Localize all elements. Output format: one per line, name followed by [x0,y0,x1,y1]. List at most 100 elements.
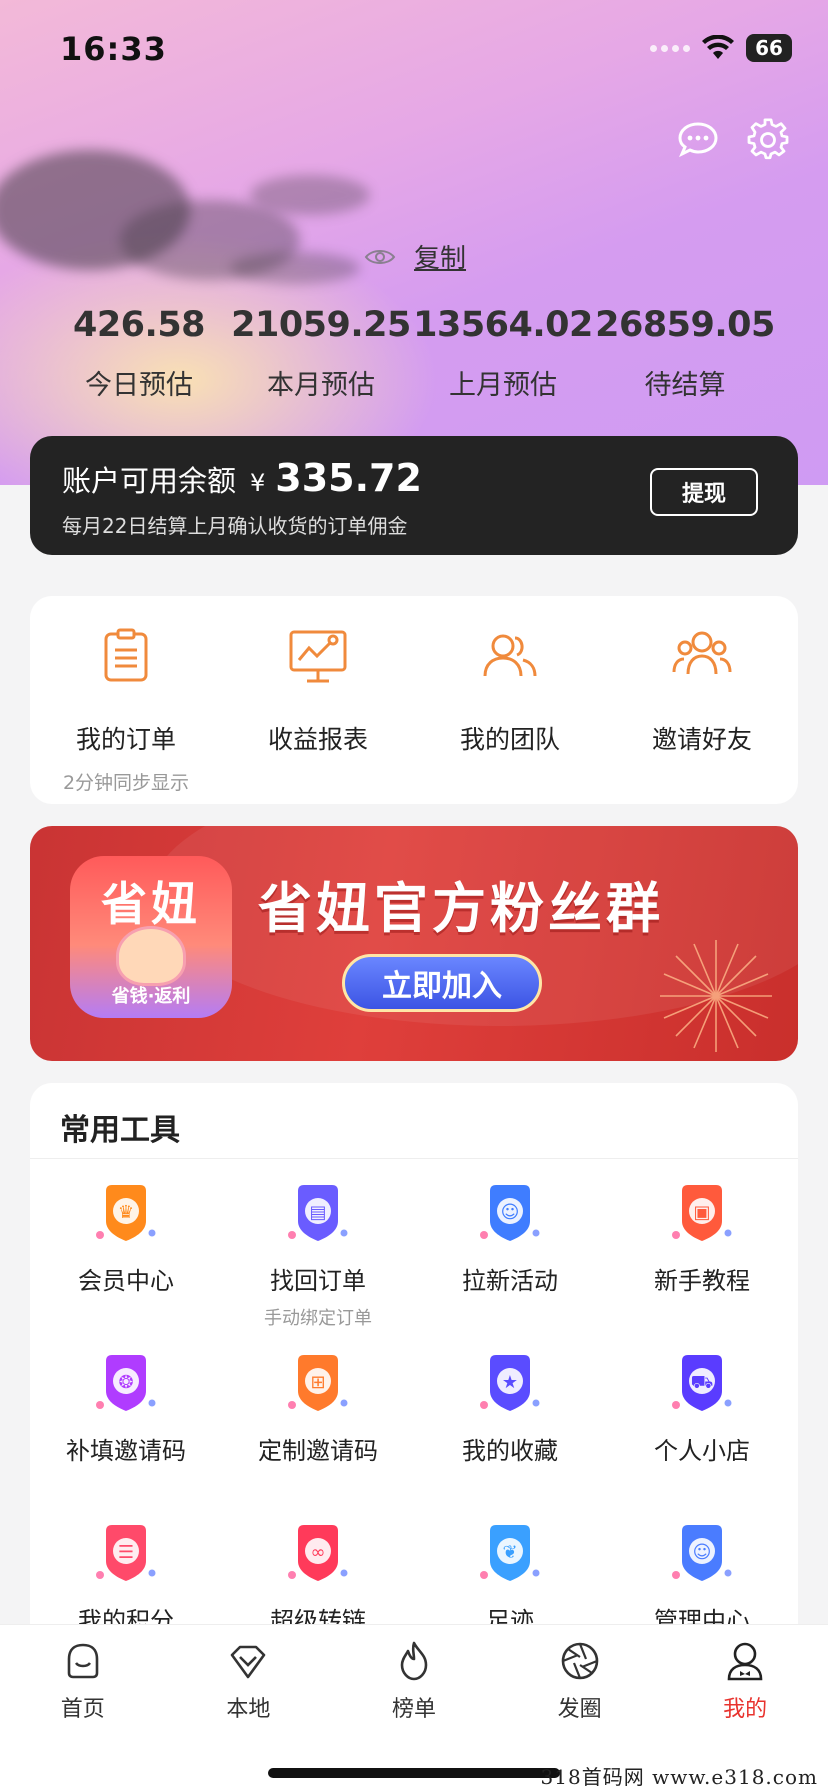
balance-note: 每月22日结算上月确认收货的订单佣金 [62,514,408,538]
quick-label: 邀请好友 [651,725,752,754]
withdraw-button[interactable]: 提现 [650,468,758,516]
quick-item-orders[interactable]: 我的订单 2分钟同步显示 [30,596,222,804]
tab-label: 发圈 [557,1697,602,1722]
quick-item-invite[interactable]: 邀请好友 [606,596,798,804]
quick-label: 我的订单 [75,725,176,754]
local-icon [231,1645,266,1679]
aperture-icon: ❂ [96,1355,156,1411]
aperture-icon [561,1642,598,1680]
home-icon [67,1643,99,1679]
app-logo: 省妞 省钱·返利 [70,856,232,1018]
svg-text:♛: ♛ [118,1202,134,1223]
balance-title: 账户可用余额 [62,464,237,498]
quick-label: 收益报表 [267,725,368,754]
message-icon[interactable] [676,118,720,162]
tab-home[interactable]: 首页 [0,1625,166,1792]
profile-header: 16:33 66 复制 426.58 今日预估 21059.25 本月预估 13… [0,0,828,485]
tab-local[interactable]: 本地 [166,1625,332,1792]
tool-item[interactable]: ⛟ 个人小店 [606,1353,798,1523]
svg-text:★: ★ [502,1372,518,1393]
nickname-blur [250,175,370,215]
tool-label: 新手教程 [654,1267,750,1295]
eye-icon[interactable] [364,247,396,267]
tool-label: 拉新活动 [462,1267,558,1295]
stat-label: 上月预估 [449,370,557,401]
svg-text:☺: ☺ [501,1202,520,1223]
tools-grid: ♛ 会员中心 ▤ 找回订单手动绑定订单 ☺ 拉新活动 ▣ 新手教程 ❂ 补填邀请码 ⊞ 定制邀请码 ★ 我… [30,1183,798,1643]
stat-value: 26859.05 [595,305,775,345]
tab-label: 榜单 [391,1697,436,1722]
svg-text:❦: ❦ [502,1542,517,1563]
clipboard-icon: ▤ [288,1185,348,1241]
tool-item[interactable]: ❂ 补填邀请码 [30,1353,222,1523]
tool-label: 补填邀请码 [66,1437,186,1465]
quick-item-report[interactable]: 收益报表 [222,596,414,804]
user-card-icon: ☺ [480,1185,540,1241]
coins-icon: ☰ [96,1525,156,1581]
fan-group-banner[interactable]: 省妞 省钱·返利 省妞官方粉丝群 立即加入 [30,826,798,1061]
stat-today[interactable]: 426.58 今日预估 [48,305,230,402]
tool-item[interactable]: ⊞ 定制邀请码 [222,1353,414,1523]
tab-label: 本地 [226,1697,271,1722]
svg-text:▣: ▣ [693,1202,710,1223]
stat-pending[interactable]: 26859.05 待结算 [594,305,776,402]
svg-text:∞: ∞ [311,1542,326,1563]
tab-rankings[interactable]: 榜单 [331,1625,497,1792]
tool-label: 定制邀请码 [258,1437,378,1465]
gear-icon[interactable] [746,118,790,162]
tools-section: 常用工具 ♛ 会员中心 ▤ 找回订单手动绑定订单 ☺ 拉新活动 ▣ 新手教程 ❂ 补填邀请码 ⊞ 定制… [30,1083,798,1643]
stat-last-month[interactable]: 13564.02 上月预估 [412,305,594,402]
cart-icon: ⛟ [672,1355,732,1411]
stat-value: 21059.25 [231,305,411,345]
tool-item[interactable]: ▣ 新手教程 [606,1183,798,1353]
firework-icon [660,940,772,1052]
page: 16:33 66 复制 426.58 今日预估 21059.25 本月预估 13… [0,0,828,1792]
status-time: 16:33 [60,30,167,68]
tool-label: 我的收藏 [462,1437,558,1465]
status-bar: 16:33 66 [0,0,828,100]
watermark: 318首码网 www.e318.com [540,1765,818,1789]
stat-value: 426.58 [72,305,206,345]
logo-subtitle: 省钱·返利 [111,986,191,1007]
tool-sublabel: 手动绑定订单 [264,1308,372,1329]
id-row: 复制 [364,238,466,275]
tool-item[interactable]: ♛ 会员中心 [30,1183,222,1353]
id-blur [230,252,360,284]
tool-item[interactable]: ▤ 找回订单手动绑定订单 [222,1183,414,1353]
svg-text:❂: ❂ [118,1372,133,1393]
link-icon: ∞ [288,1525,348,1581]
earnings-stats: 426.58 今日预估 21059.25 本月预估 13564.02 上月预估 … [0,305,828,402]
stat-label: 待结算 [644,370,726,401]
tool-label: 找回订单 [270,1267,366,1295]
join-button[interactable]: 立即加入 [342,954,542,1012]
status-icons: 66 [650,34,792,62]
tab-label: 首页 [60,1697,105,1722]
tab-label: 我的 [723,1697,768,1722]
quick-actions: 我的订单 2分钟同步显示 收益报表 我的团队 邀请好友 [30,596,798,804]
banner-title: 省妞官方粉丝群 [258,877,664,940]
tool-item[interactable]: ☺ 拉新活动 [414,1183,606,1353]
profile-icon [727,1642,763,1681]
crown-icon: ♛ [96,1185,156,1241]
quick-label: 我的团队 [459,725,560,754]
section-title: 常用工具 [60,1113,180,1148]
tool-label: 个人小店 [654,1437,750,1465]
balance-title-row: 账户可用余额 ¥ 335.72 [62,456,422,500]
team-icon [479,626,541,688]
order-icon [95,626,157,688]
stat-value: 13564.02 [413,305,593,345]
balance-amount: 335.72 [275,456,422,500]
invite-icon [671,626,733,688]
manage-icon: ☺ [672,1525,732,1581]
copy-link[interactable]: 复制 [414,238,466,275]
logo-title: 省妞 [101,877,201,931]
tool-item[interactable]: ★ 我的收藏 [414,1353,606,1523]
stat-this-month[interactable]: 21059.25 本月预估 [230,305,412,402]
tutorial-icon: ▣ [672,1185,732,1241]
quick-item-team[interactable]: 我的团队 [414,596,606,804]
svg-text:⛟: ⛟ [691,1372,714,1393]
svg-text:☰: ☰ [118,1542,134,1563]
grid-icon: ⊞ [288,1355,348,1411]
svg-text:☺: ☺ [693,1542,712,1563]
signal-icon [650,44,690,52]
